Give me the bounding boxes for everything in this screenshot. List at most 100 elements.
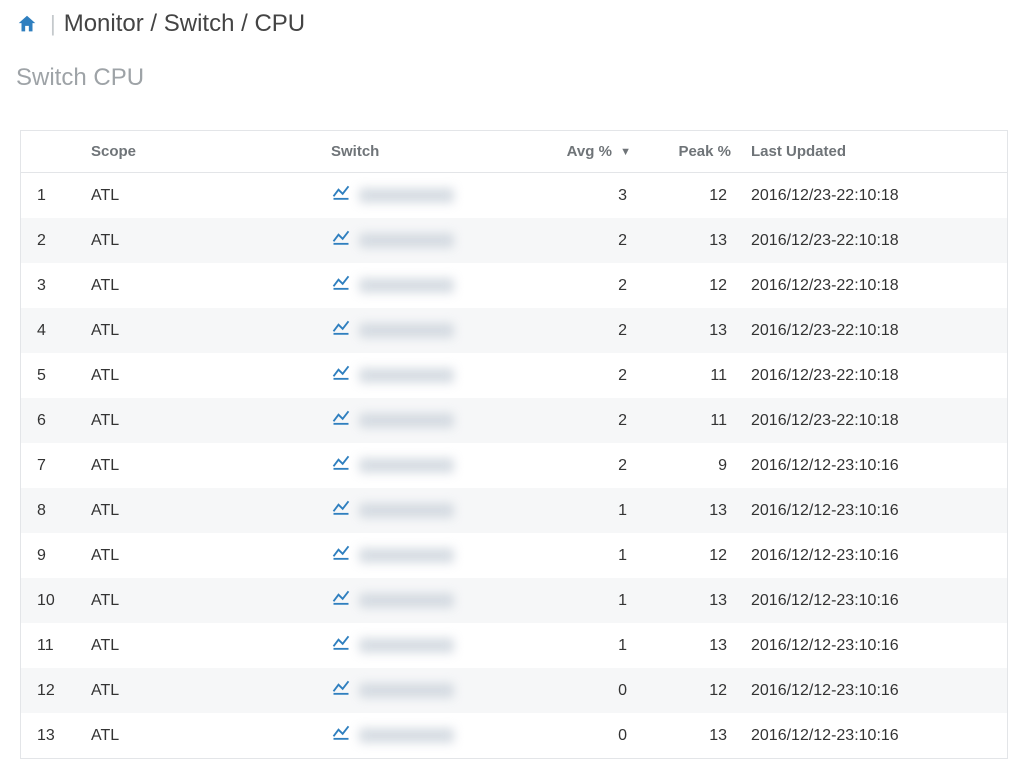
chart-line-icon[interactable] (331, 273, 351, 298)
table-row: 3ATL2122016/12/23-22:10:18 (21, 263, 1007, 308)
cpu-table-container: Scope Switch Avg % ▼ Peak % Last Updated… (20, 130, 1008, 759)
table-row: 9ATL1122016/12/12-23:10:16 (21, 533, 1007, 578)
cell-switch (321, 713, 541, 758)
col-header-row[interactable] (21, 131, 81, 173)
cell-switch (321, 308, 541, 353)
col-header-scope[interactable]: Scope (81, 131, 321, 173)
chart-line-icon[interactable] (331, 678, 351, 703)
cell-avg: 1 (541, 488, 641, 533)
cell-scope: ATL (81, 173, 321, 219)
table-row: 2ATL2132016/12/23-22:10:18 (21, 218, 1007, 263)
chart-line-icon[interactable] (331, 183, 351, 208)
switch-link-redacted[interactable] (359, 548, 454, 563)
cell-peak: 9 (641, 443, 741, 488)
chart-line-icon[interactable] (331, 723, 351, 748)
page-title: Switch CPU (0, 46, 1024, 102)
breadcrumb-divider: | (50, 11, 56, 37)
cell-switch (321, 263, 541, 308)
cell-switch (321, 578, 541, 623)
row-number: 10 (21, 578, 81, 623)
breadcrumb[interactable]: Monitor / Switch / CPU (64, 10, 305, 38)
chart-line-icon[interactable] (331, 228, 351, 253)
col-header-switch[interactable]: Switch (321, 131, 541, 173)
sort-desc-icon: ▼ (620, 146, 631, 158)
switch-link-redacted[interactable] (359, 278, 454, 293)
table-row: 13ATL0132016/12/12-23:10:16 (21, 713, 1007, 758)
cell-switch (321, 443, 541, 488)
cell-avg: 2 (541, 308, 641, 353)
row-number: 7 (21, 443, 81, 488)
switch-link-redacted[interactable] (359, 593, 454, 608)
cell-updated: 2016/12/23-22:10:18 (741, 173, 1007, 219)
chart-line-icon[interactable] (331, 498, 351, 523)
cell-scope: ATL (81, 398, 321, 443)
table-row: 8ATL1132016/12/12-23:10:16 (21, 488, 1007, 533)
chart-line-icon[interactable] (331, 543, 351, 568)
cell-avg: 0 (541, 668, 641, 713)
cell-avg: 1 (541, 578, 641, 623)
table-row: 12ATL0122016/12/12-23:10:16 (21, 668, 1007, 713)
switch-link-redacted[interactable] (359, 413, 454, 428)
chart-line-icon[interactable] (331, 633, 351, 658)
switch-link-redacted[interactable] (359, 503, 454, 518)
cell-switch (321, 488, 541, 533)
cell-updated: 2016/12/23-22:10:18 (741, 398, 1007, 443)
switch-link-redacted[interactable] (359, 728, 454, 743)
header-bar: | Monitor / Switch / CPU (0, 0, 1024, 46)
cell-scope: ATL (81, 668, 321, 713)
cell-switch (321, 623, 541, 668)
chart-line-icon[interactable] (331, 318, 351, 343)
cell-avg: 3 (541, 173, 641, 219)
cell-updated: 2016/12/23-22:10:18 (741, 263, 1007, 308)
cell-scope: ATL (81, 713, 321, 758)
cell-peak: 13 (641, 488, 741, 533)
switch-link-redacted[interactable] (359, 683, 454, 698)
cell-peak: 13 (641, 713, 741, 758)
cell-peak: 13 (641, 578, 741, 623)
chart-line-icon[interactable] (331, 453, 351, 478)
table-row: 6ATL2112016/12/23-22:10:18 (21, 398, 1007, 443)
row-number: 9 (21, 533, 81, 578)
cell-switch (321, 218, 541, 263)
col-header-updated[interactable]: Last Updated (741, 131, 1007, 173)
switch-link-redacted[interactable] (359, 638, 454, 653)
cell-updated: 2016/12/12-23:10:16 (741, 623, 1007, 668)
home-icon[interactable] (16, 13, 38, 35)
row-number: 2 (21, 218, 81, 263)
cell-updated: 2016/12/12-23:10:16 (741, 443, 1007, 488)
cell-scope: ATL (81, 353, 321, 398)
table-row: 1ATL 3122016/12/23-22:10:18 (21, 173, 1007, 219)
cell-updated: 2016/12/12-23:10:16 (741, 488, 1007, 533)
cell-switch (321, 533, 541, 578)
switch-link-redacted[interactable] (359, 368, 454, 383)
cell-scope: ATL (81, 218, 321, 263)
cell-peak: 13 (641, 308, 741, 353)
cell-peak: 12 (641, 533, 741, 578)
col-header-avg[interactable]: Avg % ▼ (541, 131, 641, 173)
chart-line-icon[interactable] (331, 588, 351, 613)
col-header-peak[interactable]: Peak % (641, 131, 741, 173)
table-body: 1ATL3122016/12/23-22:10:182ATL2132016/12… (21, 173, 1007, 759)
cell-avg: 1 (541, 533, 641, 578)
cell-peak: 11 (641, 398, 741, 443)
row-number: 11 (21, 623, 81, 668)
switch-link-redacted[interactable] (359, 233, 454, 248)
row-number: 13 (21, 713, 81, 758)
switch-link-redacted[interactable] (359, 188, 454, 203)
cell-peak: 12 (641, 668, 741, 713)
row-number: 8 (21, 488, 81, 533)
switch-link-redacted[interactable] (359, 323, 454, 338)
chart-line-icon[interactable] (331, 363, 351, 388)
switch-link-redacted[interactable] (359, 458, 454, 473)
cell-scope: ATL (81, 263, 321, 308)
cell-updated: 2016/12/12-23:10:16 (741, 668, 1007, 713)
cell-scope: ATL (81, 443, 321, 488)
row-number: 4 (21, 308, 81, 353)
cell-peak: 12 (641, 173, 741, 219)
cell-scope: ATL (81, 623, 321, 668)
cell-avg: 0 (541, 713, 641, 758)
chart-line-icon[interactable] (331, 408, 351, 433)
row-number: 1 (21, 173, 81, 219)
table-row: 4ATL2132016/12/23-22:10:18 (21, 308, 1007, 353)
row-number: 6 (21, 398, 81, 443)
